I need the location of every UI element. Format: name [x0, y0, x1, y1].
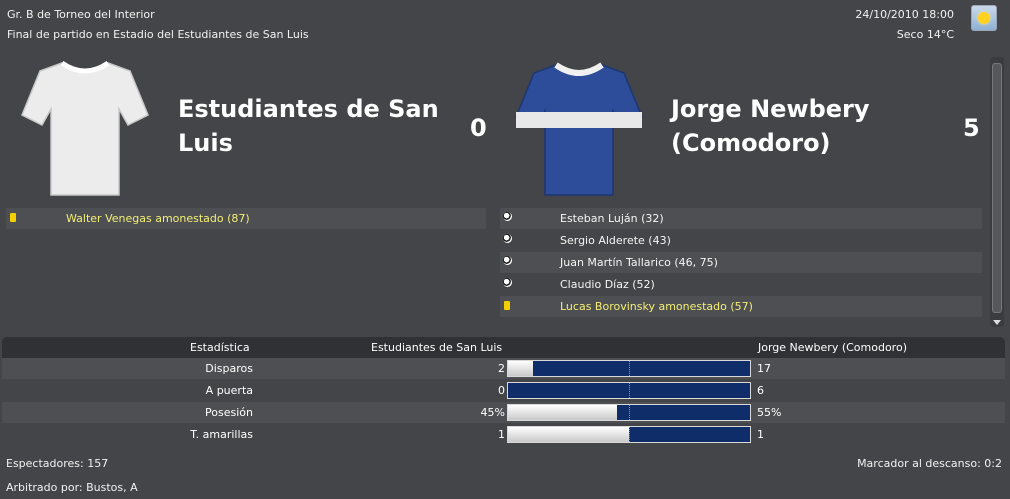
stat-home-value: 1	[498, 428, 505, 441]
spectators-label: Espectadores: 157	[6, 457, 109, 470]
stat-bar-midline	[629, 427, 630, 442]
stat-away-value: 55%	[757, 406, 782, 419]
away-shirt-icon	[515, 62, 643, 196]
home-score: 0	[470, 114, 487, 142]
stat-label: Posesión	[205, 406, 253, 419]
scroll-down-arrow-icon[interactable]	[993, 320, 1001, 325]
event-text: Sergio Alderete (43)	[560, 234, 671, 247]
away-event-row: Esteban Luján (32)	[500, 208, 982, 229]
away-event-row: Claudio Díaz (52)	[500, 274, 982, 295]
referee-label: Arbitrado por: Bustos, A	[6, 481, 138, 494]
stat-row: A puerta 0 6	[2, 380, 1005, 401]
stat-bar-home-fill	[508, 361, 534, 376]
stat-row: Disparos 2 17	[2, 358, 1005, 379]
away-score: 5	[963, 114, 980, 142]
stat-away-value: 17	[757, 362, 771, 375]
stat-label: T. amarillas	[190, 428, 253, 441]
stat-bar-home-fill	[508, 427, 629, 442]
stat-away-value: 1	[757, 428, 764, 441]
away-event-row: Sergio Alderete (43)	[500, 230, 982, 251]
sun-icon	[978, 12, 990, 24]
stat-bar-midline	[629, 405, 630, 420]
stat-home-value: 0	[498, 384, 505, 397]
stats-header: Estadística Estudiantes de San Luis Jorg…	[2, 337, 1005, 358]
stats-header-label: Estadística	[190, 341, 250, 354]
stat-bar-midline	[629, 361, 630, 376]
stat-label: Disparos	[205, 362, 253, 375]
home-shirt-icon	[21, 60, 149, 196]
stat-bar	[507, 360, 751, 377]
events-scrollbar[interactable]	[990, 57, 1004, 327]
away-team-name: Jorge Newbery (Comodoro)	[671, 95, 870, 157]
scrollbar-thumb[interactable]	[992, 63, 1002, 313]
event-text: Walter Venegas amonestado (87)	[66, 212, 250, 225]
stat-home-value: 45%	[480, 406, 505, 419]
match-datetime: 24/10/2010 18:00	[855, 8, 954, 21]
home-team-name: Estudiantes de San Luis	[178, 95, 439, 157]
stat-away-value: 6	[757, 384, 764, 397]
event-text: Juan Martín Tallarico (46, 75)	[560, 256, 718, 269]
competition-label: Gr. B de Torneo del Interior	[7, 8, 155, 21]
stat-home-value: 2	[498, 362, 505, 375]
match-info-label: Final de partido en Estadio del Estudian…	[7, 28, 309, 41]
yellow-card-icon	[10, 213, 16, 222]
event-text: Lucas Borovinsky amonestado (57)	[560, 300, 753, 313]
stat-label: A puerta	[205, 384, 253, 397]
goal-ball-icon	[503, 212, 512, 221]
goal-ball-icon	[503, 256, 512, 265]
stat-row: T. amarillas 1 1	[2, 424, 1005, 445]
event-text: Esteban Luján (32)	[560, 212, 664, 225]
event-text: Claudio Díaz (52)	[560, 278, 655, 291]
stats-away-team-label: Jorge Newbery (Comodoro)	[758, 341, 907, 354]
stat-row: Posesión 45% 55%	[2, 402, 1005, 423]
goal-ball-icon	[503, 234, 512, 243]
halftime-score-label: Marcador al descanso: 0:2	[857, 457, 1002, 470]
goal-ball-icon	[503, 278, 512, 287]
stat-bar	[507, 382, 751, 399]
stat-bar	[507, 404, 751, 421]
weather-label: Seco 14°C	[896, 28, 954, 41]
weather-button[interactable]	[971, 5, 997, 31]
stat-bar-midline	[629, 383, 630, 398]
stat-bar-home-fill	[508, 405, 617, 420]
away-event-row: Juan Martín Tallarico (46, 75)	[500, 252, 982, 273]
stats-home-team-label: Estudiantes de San Luis	[371, 341, 503, 354]
yellow-card-icon	[504, 301, 510, 310]
away-event-row: Lucas Borovinsky amonestado (57)	[500, 296, 982, 317]
stat-bar	[507, 426, 751, 443]
home-event-row: Walter Venegas amonestado (87)	[6, 208, 486, 229]
